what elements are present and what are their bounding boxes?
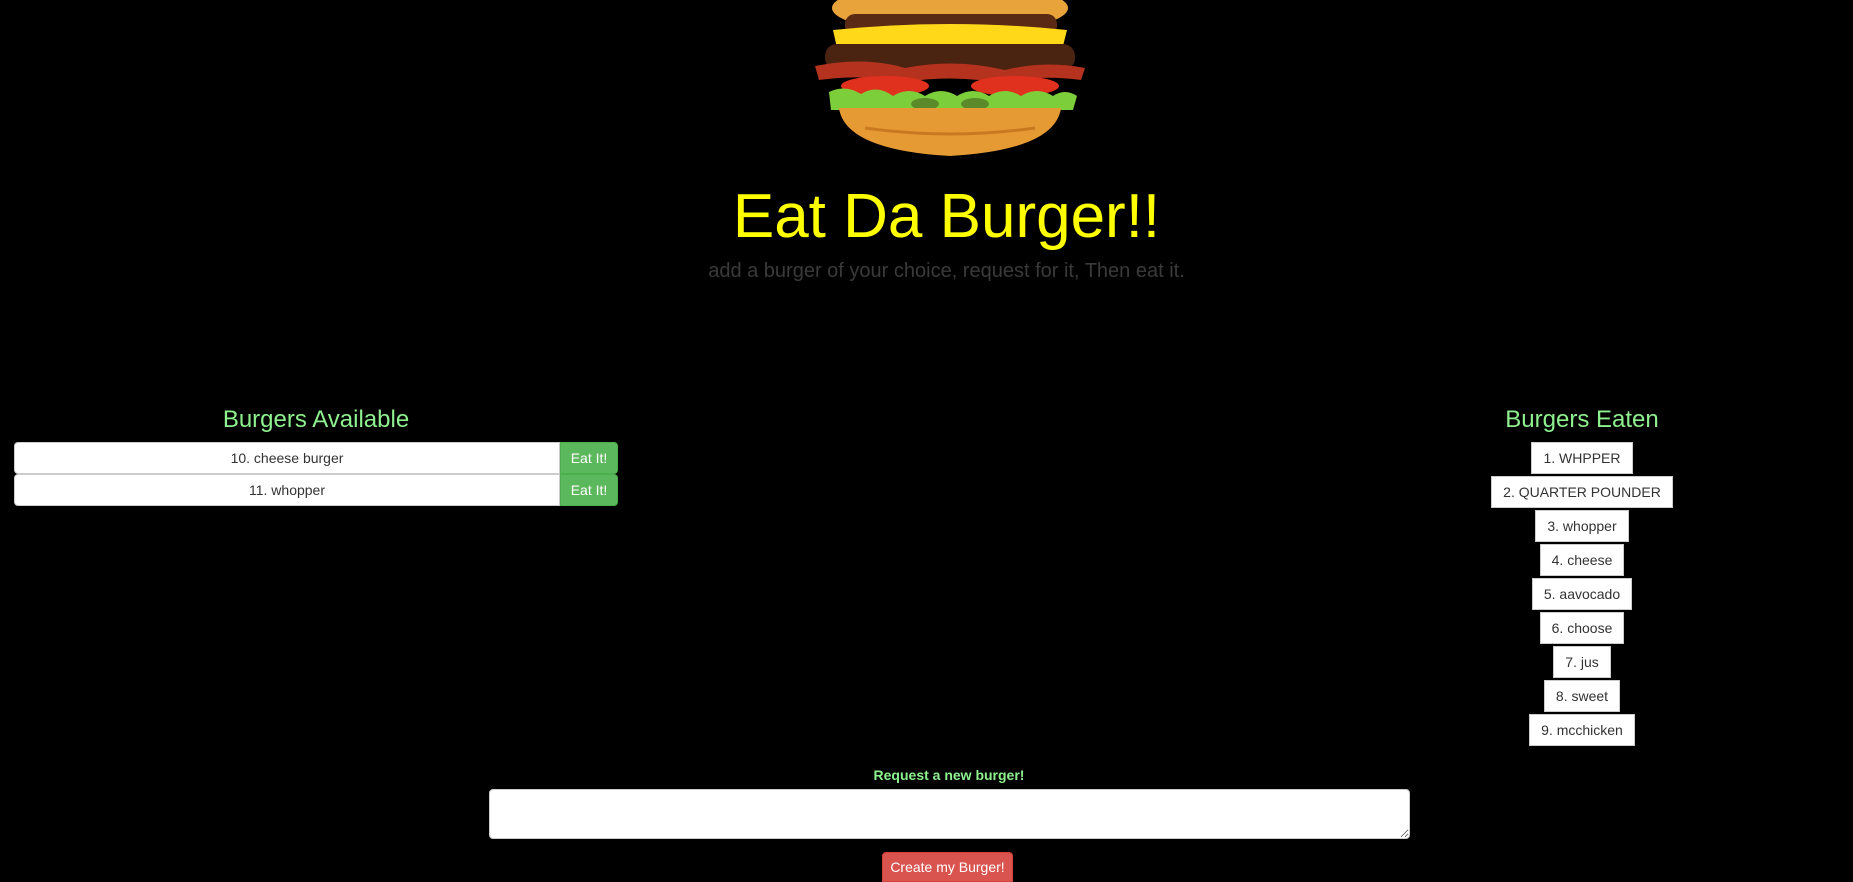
eat-it-button[interactable]: Eat It! <box>560 474 618 506</box>
eaten-title: Burgers Eaten <box>1505 406 1659 433</box>
available-item-label: 11. whopper <box>14 474 560 506</box>
available-item: 11. whopper Eat It! <box>14 474 618 506</box>
eaten-item: 9. mcchicken <box>1529 714 1635 746</box>
eaten-list: 1. WHPPER 2. QUARTER POUNDER 3. whopper … <box>1384 442 1780 748</box>
eaten-item: 1. WHPPER <box>1531 442 1633 474</box>
burger-name-input[interactable] <box>489 789 1410 839</box>
available-item-label: 10. cheese burger <box>14 442 560 474</box>
request-label: Request a new burger! <box>873 767 1025 783</box>
eaten-item: 4. cheese <box>1539 544 1625 576</box>
eaten-item: 5. aavocado <box>1531 578 1633 610</box>
page-title: Eat Da Burger!! <box>732 182 1161 251</box>
eaten-item: 2. QUARTER POUNDER <box>1491 476 1673 508</box>
eat-it-button[interactable]: Eat It! <box>560 442 618 474</box>
eaten-item: 8. sweet <box>1543 680 1621 712</box>
page-subtitle: add a burger of your choice, request for… <box>708 260 1185 282</box>
create-burger-button[interactable]: Create my Burger! <box>882 852 1013 882</box>
eaten-item: 3. whopper <box>1535 510 1629 542</box>
eaten-item: 7. jus <box>1553 646 1611 678</box>
burger-image <box>805 0 1095 160</box>
eaten-item: 6. choose <box>1539 612 1625 644</box>
available-item: 10. cheese burger Eat It! <box>14 442 618 474</box>
available-title: Burgers Available <box>222 406 410 433</box>
